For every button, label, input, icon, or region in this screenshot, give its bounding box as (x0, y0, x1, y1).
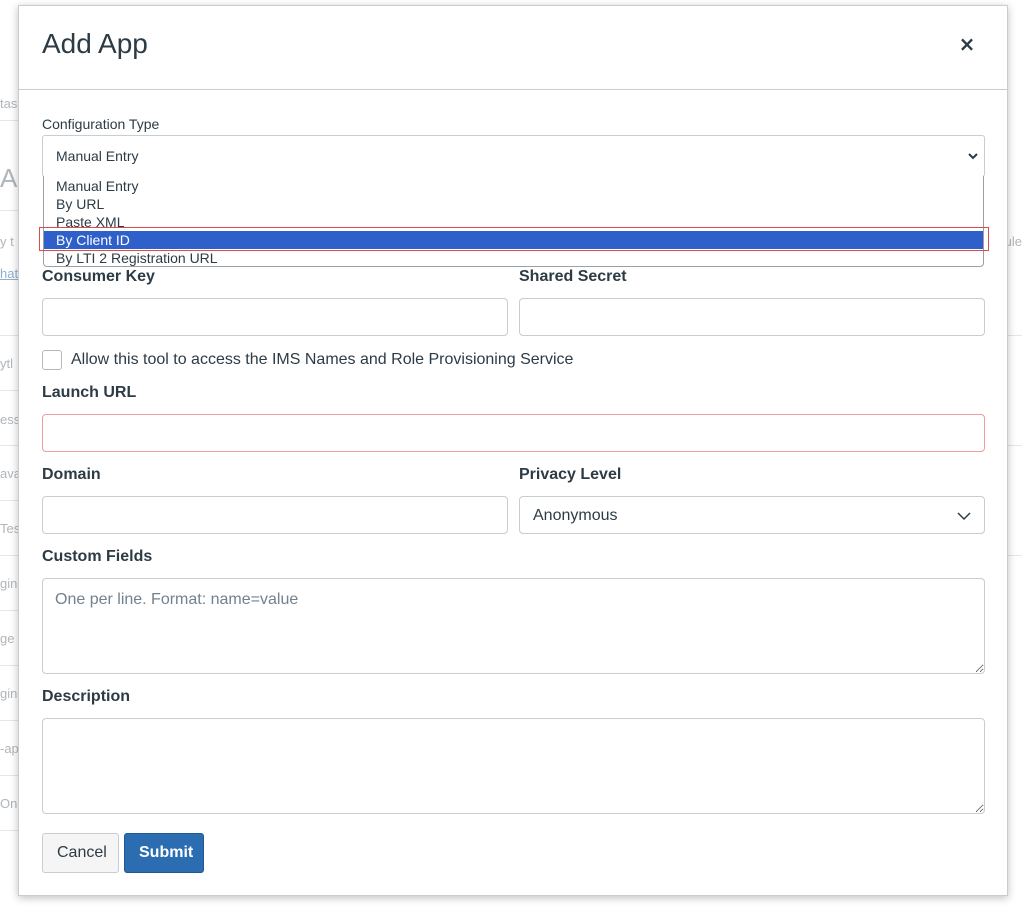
domain-label: Domain (42, 466, 101, 483)
chevron-down-icon (957, 512, 971, 521)
chevron-down-icon (968, 153, 978, 160)
launch-url-label: Launch URL (42, 384, 137, 401)
background-text: ytl (0, 356, 13, 371)
dropdown-option-by-client-id[interactable]: By Client ID (44, 231, 983, 249)
dialog-header: Add App × (19, 6, 1007, 90)
shared-secret-label: Shared Secret (519, 268, 627, 285)
background-text: On (0, 796, 18, 811)
background-text: tas (0, 96, 18, 111)
background-divider (0, 775, 18, 776)
background-divider (0, 830, 18, 831)
configuration-type-dropdown: Manual Entry By URL Paste XML By Client … (43, 176, 984, 267)
background-divider (0, 120, 18, 121)
description-textarea[interactable] (42, 718, 985, 814)
background-divider (0, 210, 18, 211)
background-divider (0, 720, 18, 721)
background-divider (1008, 335, 1022, 336)
domain-input[interactable] (42, 496, 508, 534)
background-text: -ap (0, 741, 19, 756)
cancel-button[interactable]: Cancel (42, 833, 119, 873)
background-text: gin (0, 576, 18, 591)
privacy-level-label: Privacy Level (519, 466, 622, 483)
submit-button[interactable]: Submit (124, 833, 204, 873)
background-text: gin (0, 686, 18, 701)
background-link: hat (0, 266, 19, 281)
background-divider (0, 335, 18, 336)
dropdown-option-manual-entry[interactable]: Manual Entry (44, 177, 983, 195)
background-text: ge (0, 631, 15, 646)
dropdown-option-paste-xml[interactable]: Paste XML (44, 213, 983, 231)
ims-provisioning-checkbox[interactable] (42, 350, 62, 370)
launch-url-input[interactable] (42, 414, 985, 452)
background-divider (0, 665, 18, 666)
background-divider (0, 610, 18, 611)
shared-secret-input[interactable] (519, 298, 985, 336)
configuration-type-value: Manual Entry (56, 148, 139, 164)
close-icon[interactable]: × (957, 33, 977, 55)
privacy-level-value: Anonymous (533, 507, 618, 524)
consumer-key-input[interactable] (42, 298, 508, 336)
background-divider (1008, 555, 1022, 556)
background-text: y t (0, 234, 14, 249)
dropdown-option-by-lti2-registration-url[interactable]: By LTI 2 Registration URL (44, 249, 983, 266)
privacy-level-select[interactable]: Anonymous (519, 496, 985, 534)
configuration-type-select[interactable]: Manual Entry (42, 135, 985, 177)
description-label: Description (42, 688, 131, 705)
dialog-title: Add App (42, 28, 148, 59)
add-app-dialog: Add App × Configuration Type Manual Entr… (18, 5, 1008, 896)
background-divider (1008, 445, 1022, 446)
background-divider (0, 500, 18, 501)
custom-fields-textarea[interactable] (42, 578, 985, 674)
dropdown-option-by-url[interactable]: By URL (44, 195, 983, 213)
configuration-type-label: Configuration Type (42, 116, 160, 132)
background-divider (0, 555, 18, 556)
ims-provisioning-label[interactable]: Allow this tool to access the IMS Names … (71, 351, 573, 369)
background-divider (0, 445, 18, 446)
consumer-key-label: Consumer Key (42, 268, 155, 285)
custom-fields-label: Custom Fields (42, 548, 153, 565)
background-divider (0, 390, 18, 391)
